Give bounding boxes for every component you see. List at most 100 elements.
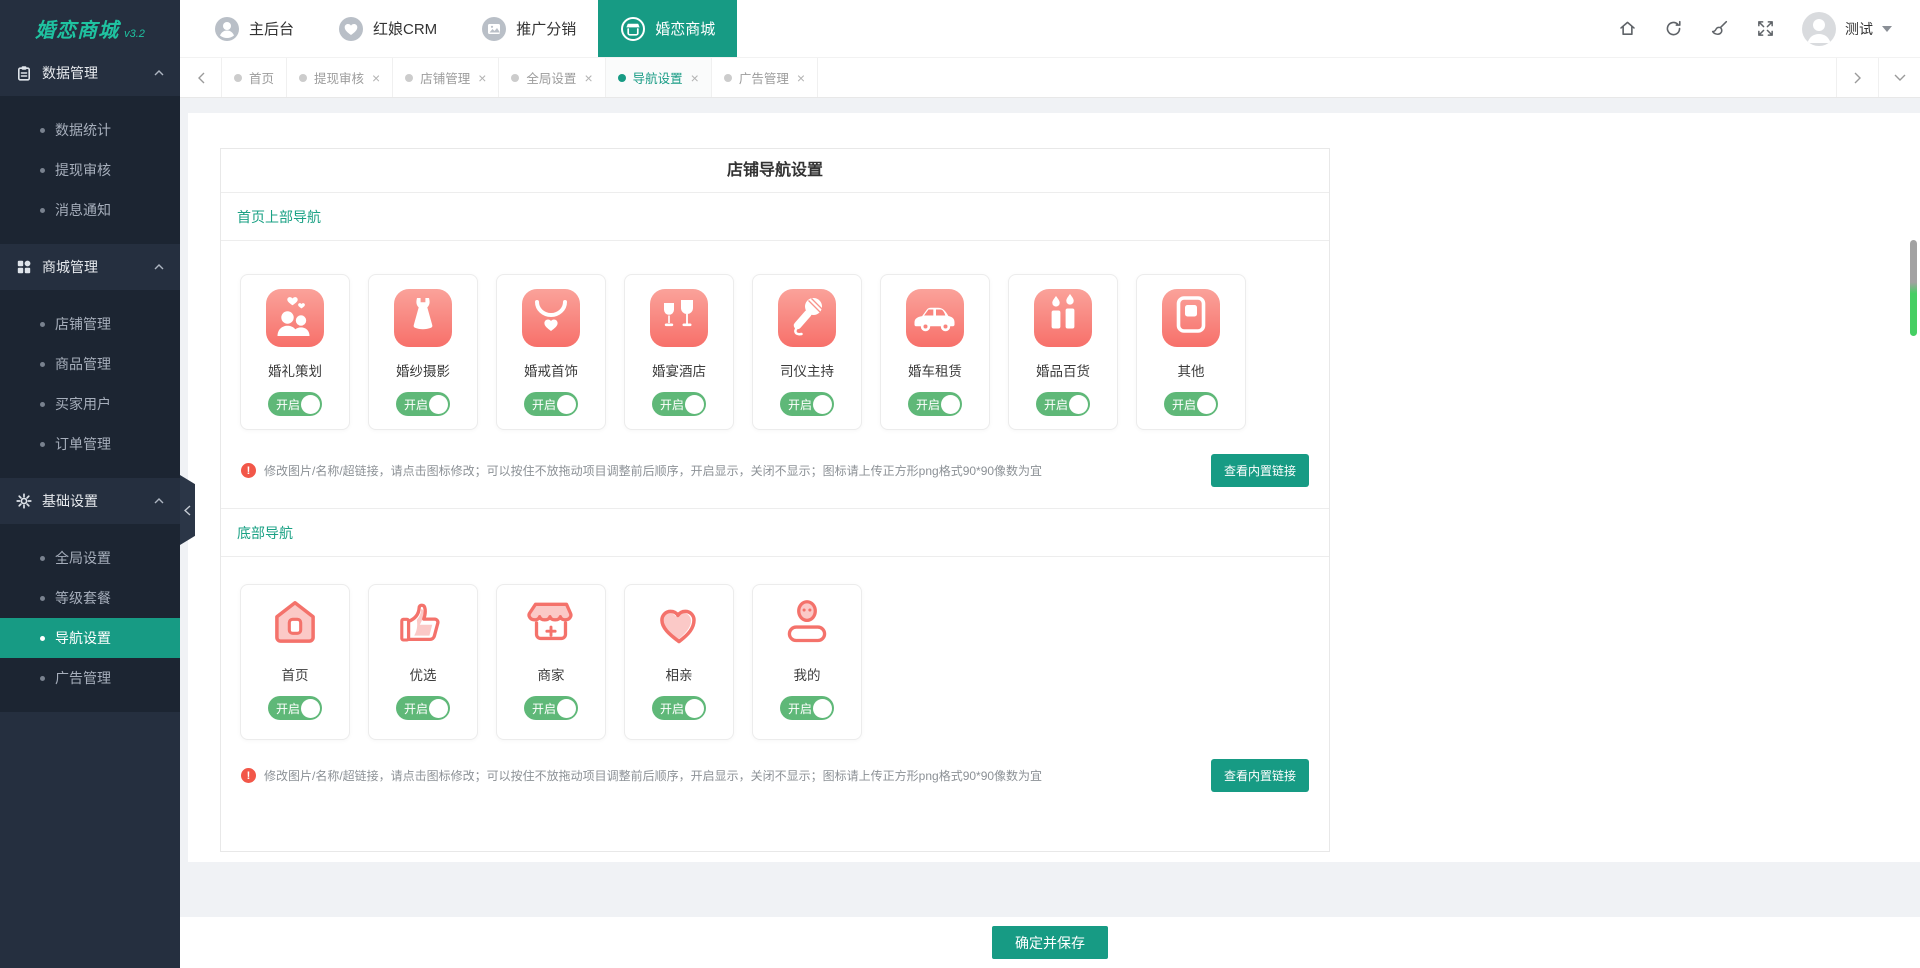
candles-icon[interactable] (1034, 289, 1092, 347)
page-tab[interactable]: 首页 (222, 58, 287, 97)
sidebar-item-label: 消息通知 (55, 200, 111, 220)
sidebar-item[interactable]: 导航设置 (0, 618, 180, 658)
enable-toggle[interactable]: 开启 (780, 392, 834, 416)
nav-item-card[interactable]: 婚礼策划 开启 (240, 274, 350, 430)
scrollbar-thumb[interactable] (1910, 240, 1917, 336)
enable-toggle[interactable]: 开启 (396, 392, 450, 416)
save-button[interactable]: 确定并保存 (992, 926, 1108, 959)
user-menu[interactable]: 测试 (1802, 12, 1892, 46)
sidebar-item-label: 数据统计 (55, 120, 111, 140)
gear-icon (16, 493, 32, 509)
bullet-dot-icon (40, 442, 45, 447)
mic-icon[interactable] (778, 289, 836, 347)
user-icon (214, 16, 240, 42)
nav-item-card[interactable]: 我的 开启 (752, 584, 862, 740)
sidebar-item[interactable]: 全局设置 (0, 538, 180, 578)
top-fullscreen-icon[interactable] (1756, 19, 1775, 38)
tab-close-icon[interactable]: × (797, 70, 805, 86)
top-app-tab-label: 主后台 (249, 18, 294, 39)
sidebar-item[interactable]: 等级套餐 (0, 578, 180, 618)
sidebar-group-data-management[interactable]: 数据管理 (0, 50, 180, 96)
person-icon[interactable] (775, 595, 839, 655)
nav-item-card[interactable]: 其他 开启 (1136, 274, 1246, 430)
tab-status-dot-icon (405, 74, 413, 82)
sidebar-item[interactable]: 商品管理 (0, 344, 180, 384)
top-app-tab[interactable]: 婚恋商城 (598, 0, 737, 57)
sidebar-item[interactable]: 广告管理 (0, 658, 180, 698)
enable-toggle[interactable]: 开启 (1036, 392, 1090, 416)
page-tab[interactable]: 店铺管理 × (393, 58, 499, 97)
thumb-icon[interactable] (391, 595, 455, 655)
top-clean-icon[interactable] (1710, 19, 1729, 38)
wine-icon[interactable] (650, 289, 708, 347)
top-app-tab[interactable]: 主后台 (192, 0, 316, 57)
nav-item-card[interactable]: 相亲 开启 (624, 584, 734, 740)
sidebar-group-basic-settings[interactable]: 基础设置 (0, 478, 180, 524)
enable-toggle[interactable]: 开启 (396, 696, 450, 720)
tab-close-icon[interactable]: × (372, 70, 380, 86)
sidebar-item[interactable]: 消息通知 (0, 190, 180, 230)
nav-item-card[interactable]: 婚宴酒店 开启 (624, 274, 734, 430)
car-icon[interactable] (906, 289, 964, 347)
toggle-knob (301, 699, 320, 718)
toggle-label: 开启 (660, 396, 684, 413)
sidebar: 婚恋商城 v3.2 数据管理 数据统计提现审核消息通知 商城管理 店铺管理商品管… (0, 0, 180, 968)
nav-item-label: 首页 (282, 664, 309, 684)
tab-scroll-right-button[interactable] (1836, 58, 1878, 97)
top-app-tab[interactable]: 红娘CRM (316, 0, 459, 57)
sidebar-group-mall-management[interactable]: 商城管理 (0, 244, 180, 290)
enable-toggle[interactable]: 开启 (780, 696, 834, 720)
toggle-knob (429, 699, 448, 718)
enable-toggle[interactable]: 开启 (652, 392, 706, 416)
page-tab[interactable]: 全局设置 × (499, 58, 605, 97)
nav-item-card[interactable]: 婚车租赁 开启 (880, 274, 990, 430)
top-refresh-icon[interactable] (1664, 19, 1683, 38)
tab-close-icon[interactable]: × (691, 70, 699, 86)
sidebar-item-label: 订单管理 (55, 434, 111, 454)
sidebar-collapse-handle[interactable] (180, 475, 195, 545)
toggle-knob (557, 699, 576, 718)
sidebar-item[interactable]: 店铺管理 (0, 304, 180, 344)
nav-item-label: 婚宴酒店 (652, 360, 706, 380)
sidebar-item[interactable]: 数据统计 (0, 110, 180, 150)
nav-item-card[interactable]: 商家 开启 (496, 584, 606, 740)
home2-icon[interactable] (263, 595, 327, 655)
page-tab[interactable]: 广告管理 × (712, 58, 818, 97)
tab-scroll-left-button[interactable] (180, 58, 222, 97)
sidebar-item[interactable]: 提现审核 (0, 150, 180, 190)
sidebar-item[interactable]: 买家用户 (0, 384, 180, 424)
heart2-icon[interactable] (647, 595, 711, 655)
nav-item-card[interactable]: 婚品百货 开启 (1008, 274, 1118, 430)
nav-item-card[interactable]: 婚戒首饰 开启 (496, 274, 606, 430)
top-app-tab[interactable]: 推广分销 (459, 0, 598, 57)
username: 测试 (1845, 19, 1873, 39)
nav-item-card[interactable]: 首页 开启 (240, 584, 350, 740)
enable-toggle[interactable]: 开启 (524, 392, 578, 416)
nav-item-card[interactable]: 婚纱摄影 开启 (368, 274, 478, 430)
enable-toggle[interactable]: 开启 (652, 696, 706, 720)
couple-icon[interactable] (266, 289, 324, 347)
nav-item-card[interactable]: 司仪主持 开启 (752, 274, 862, 430)
enable-toggle[interactable]: 开启 (908, 392, 962, 416)
toggle-label: 开启 (1044, 396, 1068, 413)
sidebar-group-label: 数据管理 (42, 63, 98, 83)
tab-close-icon[interactable]: × (478, 70, 486, 86)
view-links-button[interactable]: 查看内置链接 (1211, 454, 1309, 487)
page-tab[interactable]: 导航设置 × (606, 58, 712, 97)
tab-close-icon[interactable]: × (584, 70, 592, 86)
store-icon[interactable] (519, 595, 583, 655)
enable-toggle[interactable]: 开启 (268, 696, 322, 720)
necklace-icon[interactable] (522, 289, 580, 347)
view-links-button[interactable]: 查看内置链接 (1211, 759, 1309, 792)
tab-menu-button[interactable] (1878, 58, 1920, 97)
book-icon[interactable] (1162, 289, 1220, 347)
enable-toggle[interactable]: 开启 (524, 696, 578, 720)
page-tab[interactable]: 提现审核 × (287, 58, 393, 97)
bullet-dot-icon (40, 556, 45, 561)
top-home-icon[interactable] (1618, 19, 1637, 38)
enable-toggle[interactable]: 开启 (268, 392, 322, 416)
enable-toggle[interactable]: 开启 (1164, 392, 1218, 416)
dress-icon[interactable] (394, 289, 452, 347)
sidebar-item[interactable]: 订单管理 (0, 424, 180, 464)
nav-item-card[interactable]: 优选 开启 (368, 584, 478, 740)
